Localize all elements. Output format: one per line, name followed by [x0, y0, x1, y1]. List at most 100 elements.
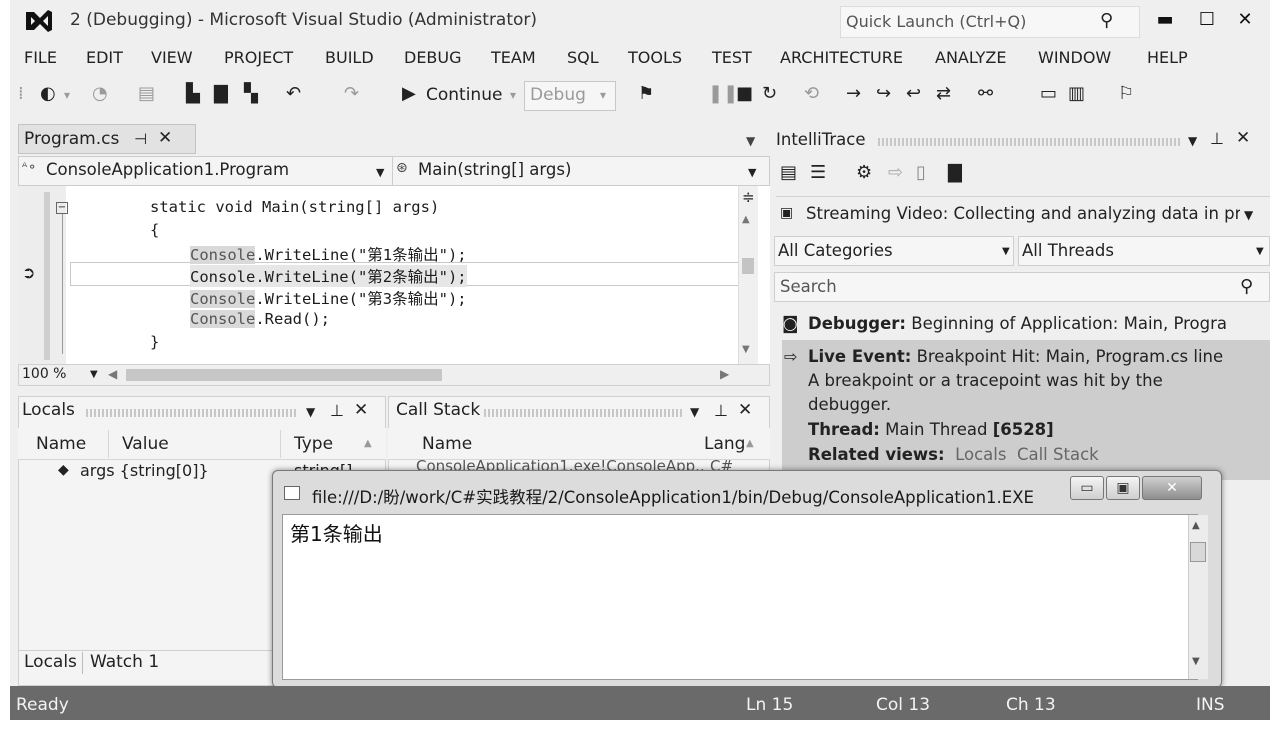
chevron-down-icon[interactable]: ▼: [90, 369, 98, 380]
scroll-up-icon[interactable]: ▲: [742, 214, 750, 225]
maximize-button[interactable]: ☐: [1190, 6, 1224, 34]
event-search-input[interactable]: [774, 272, 1270, 302]
attach-icon[interactable]: ⚑: [638, 83, 654, 104]
hex-display-icon[interactable]: ⚯: [978, 83, 993, 104]
continue-button[interactable]: Continue: [426, 85, 502, 105]
menu-edit[interactable]: EDIT: [86, 48, 123, 67]
pin-icon[interactable]: ⊥: [714, 401, 728, 420]
comment-icon[interactable]: ▥: [1068, 83, 1085, 104]
chevron-down-icon[interactable]: ▼: [690, 405, 699, 419]
menu-view[interactable]: VIEW: [151, 48, 193, 67]
menu-architecture[interactable]: ARCHITECTURE: [780, 48, 903, 67]
menu-sql[interactable]: SQL: [567, 48, 599, 67]
pin-icon[interactable]: ⊣: [134, 130, 147, 148]
console-output-area[interactable]: [282, 514, 1198, 680]
scroll-up-icon[interactable]: ▲: [1192, 520, 1200, 531]
menu-team[interactable]: TEAM: [491, 48, 536, 67]
bookmark-icon[interactable]: ⚐: [1118, 83, 1134, 104]
restart-icon[interactable]: ↻: [762, 83, 777, 104]
scroll-down-icon[interactable]: ▼: [742, 344, 750, 355]
step-back-icon[interactable]: ⇄: [936, 83, 951, 104]
save-icon[interactable]: ▇: [948, 162, 962, 183]
locals-col-value[interactable]: Value: [122, 434, 169, 454]
console-scrollbar[interactable]: [1188, 515, 1208, 679]
navigate-back-icon[interactable]: ◐: [40, 83, 56, 104]
scroll-left-icon[interactable]: ◀: [108, 367, 117, 381]
menu-project[interactable]: PROJECT: [224, 48, 293, 67]
chevron-down-icon[interactable]: ▾: [600, 88, 606, 102]
chevron-down-icon[interactable]: ▼: [1256, 246, 1264, 257]
horizontal-scroll-thumb[interactable]: [126, 369, 442, 381]
search-icon[interactable]: ⚲: [1100, 10, 1113, 31]
sort-up-icon[interactable]: ▲: [364, 438, 372, 449]
pin-icon[interactable]: ⊥: [330, 401, 344, 420]
list-view-icon[interactable]: ▤: [780, 162, 797, 183]
save-icon[interactable]: ▇: [214, 83, 228, 104]
close-icon[interactable]: ✕: [354, 400, 368, 420]
menu-build[interactable]: BUILD: [325, 48, 374, 67]
vertical-scrollbar[interactable]: [738, 186, 758, 364]
menu-debug[interactable]: DEBUG: [404, 48, 462, 67]
group-view-icon[interactable]: ☰: [810, 162, 826, 183]
collapse-icon[interactable]: −: [56, 202, 68, 214]
console-close-button[interactable]: ✕: [1142, 476, 1202, 500]
chevron-down-icon[interactable]: ▼: [1002, 246, 1010, 257]
search-icon[interactable]: ⚲: [1240, 276, 1253, 297]
open-file-icon[interactable]: ▙: [186, 83, 200, 104]
chevron-down-icon[interactable]: ▼: [1188, 134, 1197, 148]
show-next-statement-icon[interactable]: ⟲: [804, 83, 819, 104]
menu-window[interactable]: WINDOW: [1038, 48, 1111, 67]
call-stack-col-lang[interactable]: Lang: [704, 434, 744, 454]
scroll-down-icon[interactable]: ▼: [1192, 656, 1200, 667]
forward-arrow-icon[interactable]: ⇨: [888, 162, 903, 183]
tab-locals[interactable]: Locals: [24, 652, 77, 672]
step-into-icon[interactable]: →: [846, 83, 861, 104]
open-log-icon[interactable]: ▯: [916, 162, 926, 183]
stop-icon[interactable]: ■: [736, 83, 753, 104]
close-icon[interactable]: ✕: [1236, 128, 1250, 148]
continue-play-icon[interactable]: ▶: [402, 83, 416, 104]
chevron-down-icon[interactable]: ▾: [510, 88, 516, 102]
chevron-down-icon[interactable]: ▾: [64, 88, 70, 102]
redo-icon[interactable]: ↷: [344, 83, 359, 104]
menu-file[interactable]: FILE: [24, 48, 57, 67]
menu-test[interactable]: TEST: [712, 48, 752, 67]
save-all-icon[interactable]: ▚: [244, 83, 258, 104]
step-over-icon[interactable]: ↪: [876, 83, 891, 104]
chevron-down-icon[interactable]: ▼: [376, 166, 384, 179]
menu-analyze[interactable]: ANALYZE: [935, 48, 1007, 67]
undo-icon[interactable]: ↶: [286, 83, 301, 104]
menu-tools[interactable]: TOOLS: [628, 48, 682, 67]
locals-col-name[interactable]: Name: [36, 434, 86, 454]
close-button[interactable]: ✕: [1228, 6, 1262, 34]
close-tab-icon[interactable]: ✕: [158, 128, 172, 148]
close-icon[interactable]: ✕: [738, 400, 752, 420]
navigate-forward-icon[interactable]: ◔: [92, 83, 108, 104]
new-project-icon[interactable]: ▤: [138, 83, 155, 104]
chevron-down-icon[interactable]: ▼: [746, 134, 755, 148]
debugger-event[interactable]: Debugger: Beginning of Application: Main…: [808, 314, 1228, 333]
zoom-level[interactable]: 100 %: [22, 366, 66, 382]
gear-icon[interactable]: ⚙: [856, 162, 872, 183]
call-stack-col-name[interactable]: Name: [422, 434, 472, 454]
minimize-button[interactable]: ▬: [1148, 6, 1182, 34]
console-scroll-thumb[interactable]: [1190, 542, 1206, 562]
breakpoints-window-icon[interactable]: ▭: [1040, 83, 1057, 104]
split-icon[interactable]: ≑: [742, 188, 755, 206]
scroll-right-icon[interactable]: ▶: [720, 367, 729, 381]
step-out-icon[interactable]: ↩: [906, 83, 921, 104]
pin-icon[interactable]: ⊥: [1210, 129, 1224, 148]
sort-up-icon[interactable]: ▲: [746, 438, 754, 449]
tab-watch-1[interactable]: Watch 1: [90, 652, 159, 672]
break-all-icon[interactable]: ❚❚: [708, 83, 738, 104]
menu-help[interactable]: HELP: [1147, 48, 1188, 67]
chevron-down-icon[interactable]: ▼: [306, 405, 315, 419]
related-call-stack-link[interactable]: Call Stack: [1017, 445, 1099, 464]
call-stack-row-name[interactable]: ConsoleApplication1.exe!ConsoleApp...: [416, 460, 706, 470]
chevron-down-icon[interactable]: ▼: [1244, 208, 1253, 222]
chevron-down-icon[interactable]: ▼: [748, 166, 756, 179]
console-maximize-button[interactable]: ▣: [1106, 476, 1140, 500]
related-locals-link[interactable]: Locals: [955, 445, 1006, 464]
locals-col-type[interactable]: Type: [294, 434, 333, 454]
console-minimize-button[interactable]: ▭: [1070, 476, 1104, 500]
